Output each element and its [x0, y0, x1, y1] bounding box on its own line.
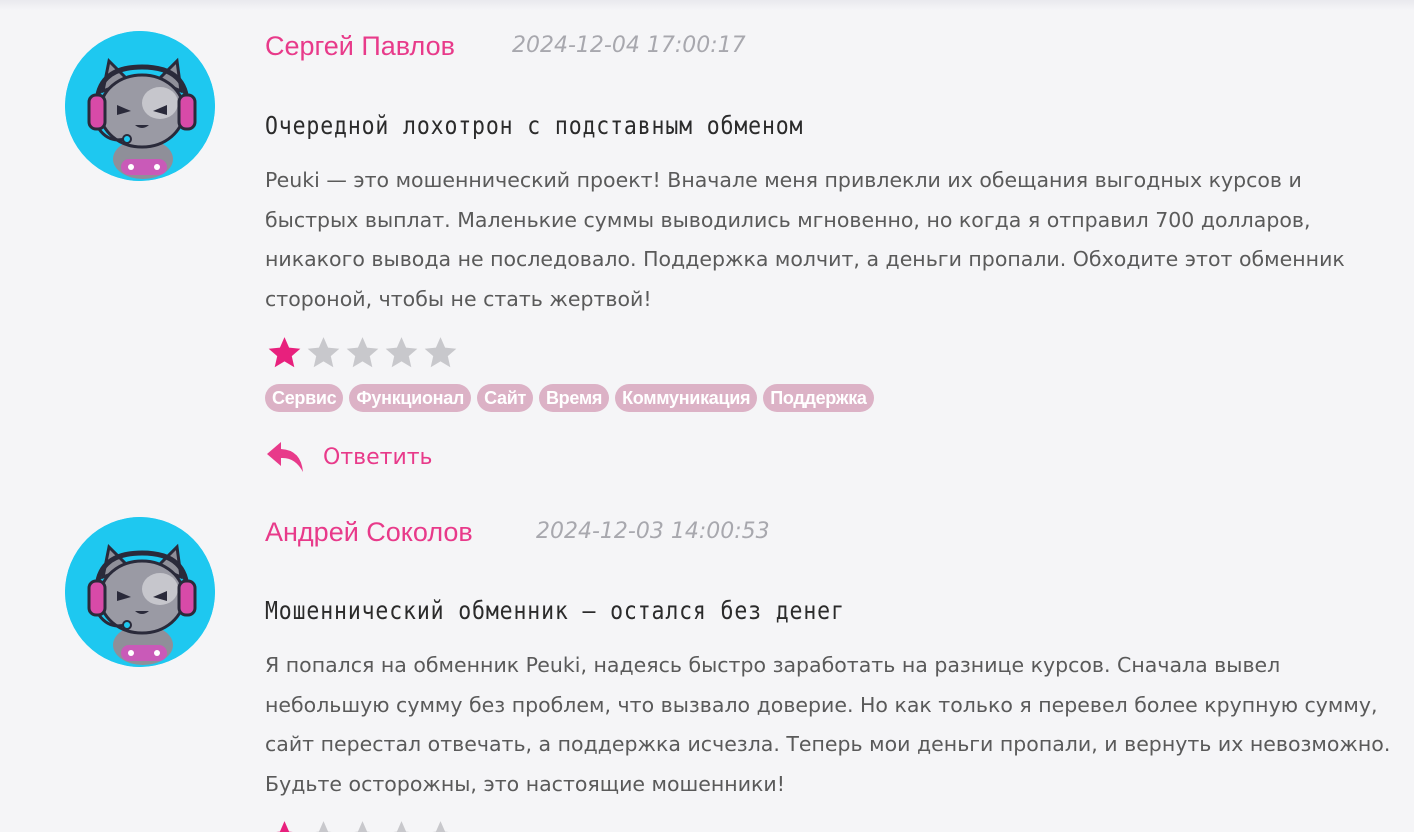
star-empty-icon — [354, 821, 371, 832]
tag-functionality[interactable]: Функционал — [349, 384, 472, 412]
tag-communication[interactable]: Коммуникация — [615, 384, 758, 412]
cat-gamer-avatar-icon — [65, 31, 215, 181]
reply-button[interactable]: Ответить — [265, 440, 433, 474]
avatar — [65, 31, 215, 181]
cat-gamer-avatar-icon — [65, 517, 215, 667]
tag-time[interactable]: Время — [538, 384, 610, 412]
review-text: Peuki — это мошеннический проект! Вначал… — [265, 168, 1345, 311]
star-empty-icon — [393, 821, 410, 832]
review-title: Очередной лохотрон с подставным обменом — [265, 111, 804, 140]
avatar — [65, 517, 215, 667]
tag-service[interactable]: Сервис — [265, 384, 344, 412]
review-text: Я попался на обменник Peuki, надеясь быс… — [265, 653, 1391, 796]
reply-arrow-icon — [267, 442, 303, 472]
top-shadow — [0, 0, 1414, 10]
review-author: Андрей Соколов — [265, 517, 473, 547]
star-filled-icon — [276, 821, 293, 832]
star-empty-icon — [346, 337, 379, 368]
reply-label: Ответить — [323, 444, 433, 470]
star-empty-icon — [432, 821, 449, 832]
rating-stars — [265, 334, 460, 372]
star-empty-icon — [385, 337, 418, 368]
star-empty-icon — [424, 337, 457, 368]
star-empty-icon — [307, 337, 340, 368]
tag-support[interactable]: Поддержка — [763, 384, 874, 412]
review-date: 2024-12-04 17:00:17 — [512, 33, 746, 58]
review-tags: Сервис Функционал Сайт Время Коммуникаци… — [265, 384, 874, 412]
tag-site[interactable]: Сайт — [477, 384, 533, 412]
star-empty-icon — [315, 821, 332, 832]
review-date: 2024-12-03 14:00:53 — [536, 519, 770, 544]
rating-stars — [265, 818, 460, 832]
review-author: Сергей Павлов — [265, 31, 455, 61]
star-filled-icon — [268, 337, 301, 368]
review-title: Мошеннический обменник — остался без ден… — [265, 596, 845, 625]
